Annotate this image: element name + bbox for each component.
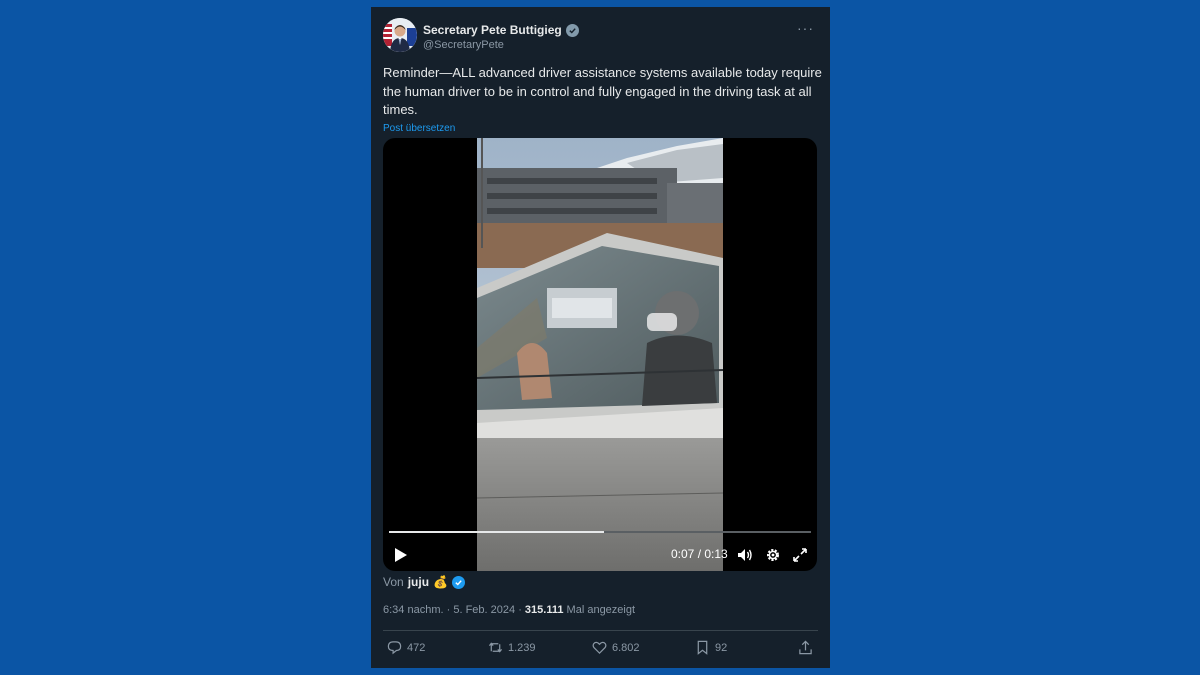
tweet-card: Secretary Pete Buttigieg @SecretaryPete … [371,7,830,668]
reply-button[interactable]: 472 [387,640,425,655]
bookmark-icon [697,640,708,655]
views-label: Mal angezeigt [566,604,636,616]
settings-gear-icon[interactable] [765,547,781,563]
repost-button[interactable]: 1.239 [488,640,536,655]
attribution-user[interactable]: juju [408,575,429,589]
volume-icon[interactable] [737,547,753,563]
post-meta: 6:34 nachm. · 5. Feb. 2024 · 315.111 Mal… [383,604,635,616]
video-progress-bar[interactable] [389,531,811,533]
bookmark-button[interactable]: 92 [695,640,727,655]
gray-verified-badge-icon [565,23,579,37]
repost-count: 1.239 [508,641,536,654]
play-icon[interactable] [394,547,408,563]
post-date[interactable]: 5. Feb. 2024 [453,604,515,616]
reply-count: 472 [407,641,426,654]
author-name-row: Secretary Pete Buttigieg [423,23,579,37]
like-button[interactable]: 6.802 [592,640,640,655]
more-options-icon[interactable]: ··· [797,20,814,36]
translate-post-link[interactable]: Post übersetzen [383,123,455,134]
share-button[interactable] [798,640,813,655]
author-name[interactable]: Secretary Pete Buttigieg [423,23,562,37]
tweet-text: Reminder—ALL advanced driver assistance … [383,65,822,117]
tweet-header: Secretary Pete Buttigieg @SecretaryPete … [383,18,818,58]
repost-icon [488,642,503,653]
divider [383,630,818,631]
share-icon [799,640,812,655]
avatar[interactable] [383,18,417,52]
like-count: 6.802 [612,641,640,654]
meta-separator: · [518,604,525,616]
heart-icon [592,641,607,654]
video-progress-fill [389,531,605,533]
attribution-prefix: Von [383,575,404,589]
bookmark-count: 92 [715,641,728,654]
video-attribution: Von juju 💰 [383,575,465,589]
action-bar: 472 1.239 6.802 92 [383,640,818,660]
money-bag-emoji: 💰 [433,575,448,589]
blue-verified-badge-icon [451,575,465,589]
video-player[interactable]: 0:07 / 0:13 [383,138,817,571]
author-handle[interactable]: @SecretaryPete [423,39,504,51]
fullscreen-icon[interactable] [792,547,808,563]
view-count: 315.111 [524,604,564,616]
reply-icon [387,641,402,655]
post-time[interactable]: 6:34 nachm. [383,604,444,616]
video-frame [477,138,723,571]
video-timecode: 0:07 / 0:13 [671,547,728,561]
